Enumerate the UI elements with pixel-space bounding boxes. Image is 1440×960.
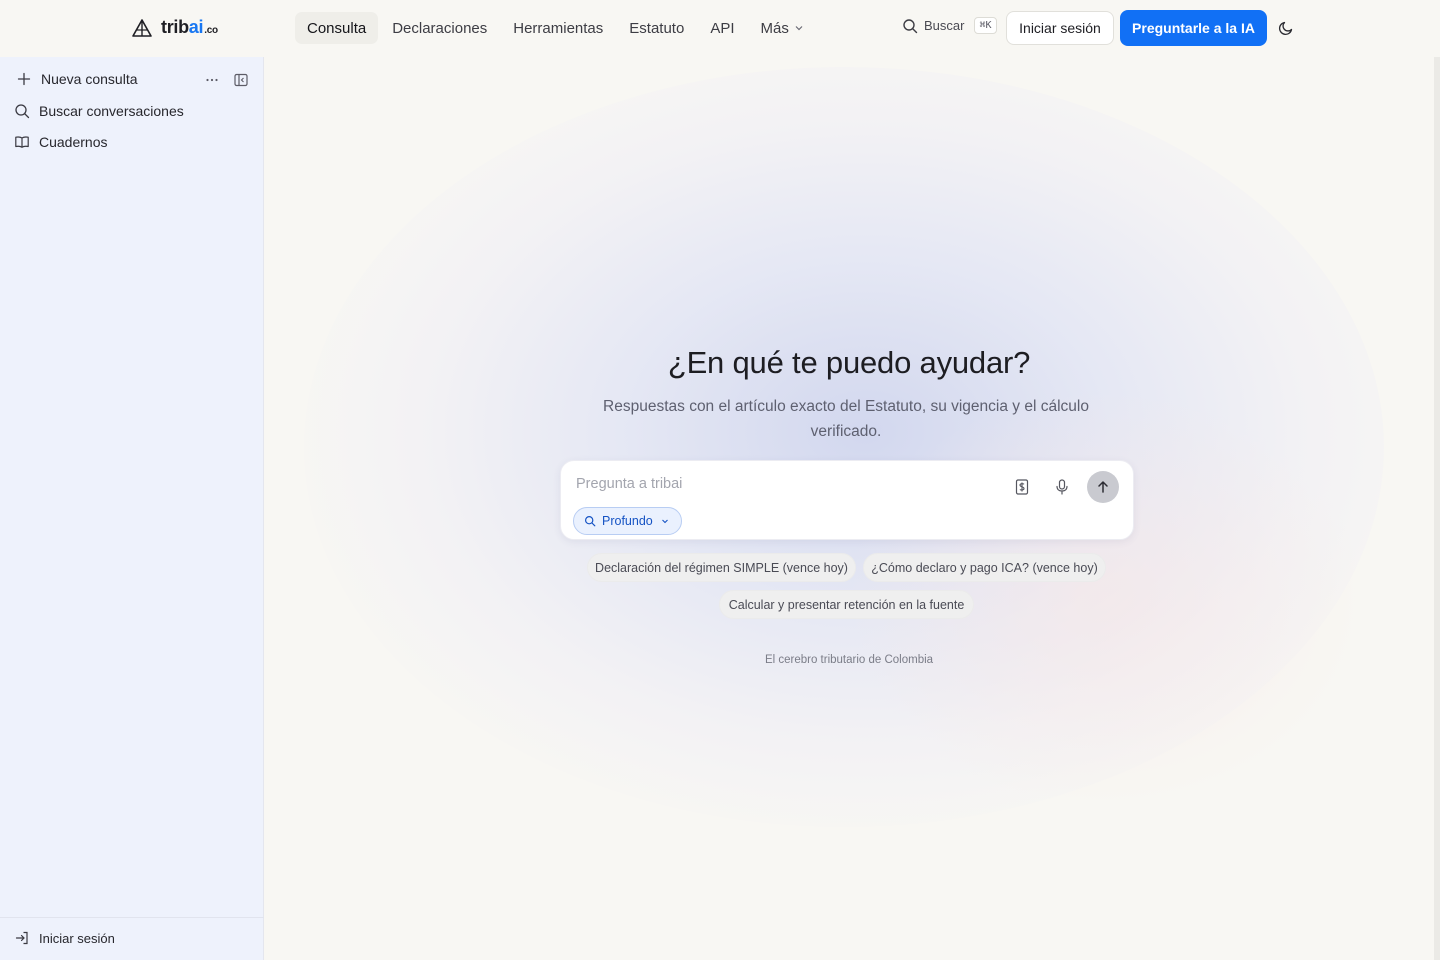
nav-estatuto[interactable]: Estatuto bbox=[617, 12, 696, 44]
calculator-icon[interactable] bbox=[1013, 478, 1031, 496]
nav-consulta[interactable]: Consulta bbox=[295, 12, 379, 44]
search-conversations-button[interactable]: Buscar conversaciones bbox=[14, 103, 184, 119]
brand-name: tribai.co bbox=[161, 17, 218, 37]
arrow-up-icon bbox=[1098, 481, 1108, 493]
sidebar-collapse-icon[interactable] bbox=[233, 72, 249, 88]
login-icon bbox=[15, 931, 28, 945]
page-title: ¿En qué te puedo ayudar? bbox=[667, 345, 1031, 380]
mode-selector[interactable]: Profundo bbox=[573, 507, 682, 535]
search-icon bbox=[903, 18, 918, 33]
new-query-button[interactable]: Nueva consulta bbox=[16, 71, 138, 87]
moon-icon[interactable] bbox=[1278, 20, 1294, 36]
sidebar-login-button[interactable]: Iniciar sesión bbox=[14, 930, 115, 946]
sidebar-divider bbox=[0, 917, 264, 918]
suggestion-chip-retencion[interactable]: Calcular y presentar retención en la fue… bbox=[719, 590, 974, 619]
nav-mas[interactable]: Más bbox=[749, 12, 816, 44]
chat-input-box: Pregunta a tribai Profundo bbox=[560, 460, 1134, 540]
search-shortcut: ⌘K bbox=[974, 17, 997, 34]
scrollbar[interactable] bbox=[1434, 0, 1440, 960]
chevron-down-icon bbox=[661, 519, 668, 524]
search-label: Buscar bbox=[924, 18, 965, 33]
nav-herramientas[interactable]: Herramientas bbox=[501, 12, 615, 44]
notebooks-button[interactable]: Cuadernos bbox=[14, 134, 108, 150]
send-button[interactable] bbox=[1087, 471, 1119, 503]
brand-logo[interactable]: tribai.co bbox=[131, 17, 218, 38]
mode-label: Profundo bbox=[602, 514, 653, 528]
search-icon bbox=[584, 515, 596, 527]
more-options-icon[interactable] bbox=[204, 72, 220, 88]
header-search-button[interactable]: Buscar ⌘K bbox=[902, 17, 997, 34]
triangle-logo-icon bbox=[132, 18, 152, 37]
sidebar-login-label: Iniciar sesión bbox=[39, 930, 115, 946]
book-icon bbox=[15, 136, 29, 148]
suggestion-chip-simple[interactable]: Declaración del régimen SIMPLE (vence ho… bbox=[587, 553, 856, 582]
search-conversations-label: Buscar conversaciones bbox=[39, 103, 184, 119]
new-query-label: Nueva consulta bbox=[41, 71, 138, 87]
search-icon bbox=[15, 104, 30, 119]
nav-api[interactable]: API bbox=[698, 12, 746, 44]
tagline: El cerebro tributario de Colombia bbox=[764, 654, 934, 666]
sidebar: Nueva consulta Buscar conversaciones Cua… bbox=[0, 57, 264, 960]
nav-declaraciones[interactable]: Declaraciones bbox=[380, 12, 499, 44]
ask-ai-button[interactable]: Preguntarle a la IA bbox=[1120, 10, 1267, 46]
top-header: tribai.co Consulta Declaraciones Herrami… bbox=[0, 0, 1440, 57]
plus-icon bbox=[17, 72, 31, 86]
page-subtitle: Respuestas con el artículo exacto del Es… bbox=[603, 398, 1089, 440]
login-button[interactable]: Iniciar sesión bbox=[1006, 11, 1114, 45]
main-nav: Consulta Declaraciones Herramientas Esta… bbox=[295, 12, 818, 44]
suggestion-chip-ica[interactable]: ¿Cómo declaro y pago ICA? (vence hoy) bbox=[863, 553, 1106, 582]
chevron-down-icon bbox=[795, 26, 803, 31]
microphone-icon[interactable] bbox=[1053, 478, 1071, 496]
notebooks-label: Cuadernos bbox=[39, 134, 108, 150]
chat-input[interactable]: Pregunta a tribai bbox=[576, 476, 682, 492]
